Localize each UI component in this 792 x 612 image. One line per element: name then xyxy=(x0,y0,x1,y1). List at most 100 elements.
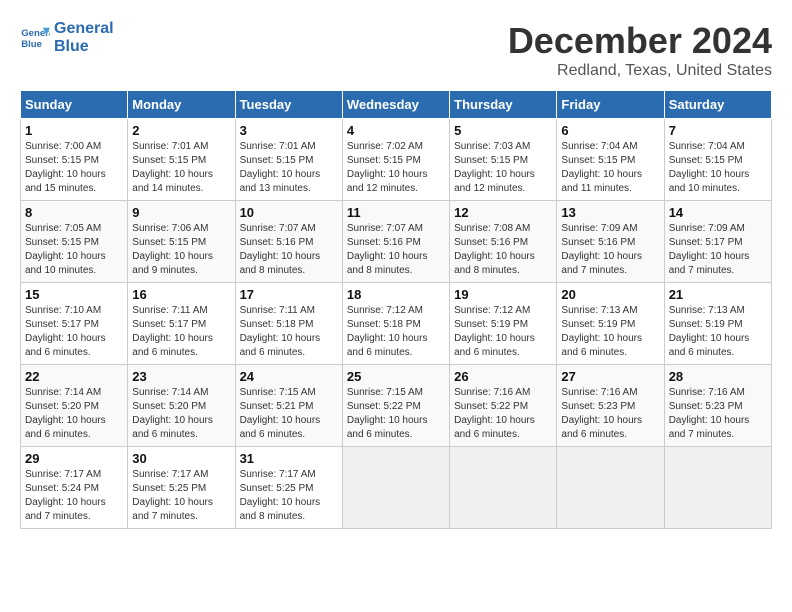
col-wednesday: Wednesday xyxy=(342,91,449,119)
day-info-29: Sunrise: 7:17 AM Sunset: 5:24 PM Dayligh… xyxy=(25,468,123,524)
day-number-10: 10 xyxy=(240,205,338,220)
logo-icon: General Blue xyxy=(20,23,50,53)
day-info-25: Sunrise: 7:15 AM Sunset: 5:22 PM Dayligh… xyxy=(347,386,445,442)
day-info-26: Sunrise: 7:16 AM Sunset: 5:22 PM Dayligh… xyxy=(454,386,552,442)
empty-cell xyxy=(342,447,449,529)
day-number-7: 7 xyxy=(669,123,767,138)
day-number-12: 12 xyxy=(454,205,552,220)
day-info-21: Sunrise: 7:13 AM Sunset: 5:19 PM Dayligh… xyxy=(669,304,767,360)
calendar-row-3: 15 Sunrise: 7:10 AM Sunset: 5:17 PM Dayl… xyxy=(21,283,772,365)
page-header: General Blue General Blue December 2024 … xyxy=(20,20,772,80)
day-number-27: 27 xyxy=(561,369,659,384)
col-friday: Friday xyxy=(557,91,664,119)
day-cell-13: 13 Sunrise: 7:09 AM Sunset: 5:16 PM Dayl… xyxy=(557,201,664,283)
day-number-3: 3 xyxy=(240,123,338,138)
day-info-27: Sunrise: 7:16 AM Sunset: 5:23 PM Dayligh… xyxy=(561,386,659,442)
day-number-22: 22 xyxy=(25,369,123,384)
day-number-28: 28 xyxy=(669,369,767,384)
day-info-9: Sunrise: 7:06 AM Sunset: 5:15 PM Dayligh… xyxy=(132,222,230,278)
calendar-row-4: 22 Sunrise: 7:14 AM Sunset: 5:20 PM Dayl… xyxy=(21,365,772,447)
day-number-11: 11 xyxy=(347,205,445,220)
day-number-18: 18 xyxy=(347,287,445,302)
day-number-13: 13 xyxy=(561,205,659,220)
day-number-4: 4 xyxy=(347,123,445,138)
day-number-17: 17 xyxy=(240,287,338,302)
day-cell-5: 5 Sunrise: 7:03 AM Sunset: 5:15 PM Dayli… xyxy=(450,119,557,201)
day-number-19: 19 xyxy=(454,287,552,302)
logo-line1: General xyxy=(54,20,114,38)
day-cell-3: 3 Sunrise: 7:01 AM Sunset: 5:15 PM Dayli… xyxy=(235,119,342,201)
svg-text:Blue: Blue xyxy=(21,39,42,50)
empty-cell xyxy=(557,447,664,529)
day-info-2: Sunrise: 7:01 AM Sunset: 5:15 PM Dayligh… xyxy=(132,140,230,196)
col-saturday: Saturday xyxy=(664,91,771,119)
day-info-20: Sunrise: 7:13 AM Sunset: 5:19 PM Dayligh… xyxy=(561,304,659,360)
day-cell-17: 17 Sunrise: 7:11 AM Sunset: 5:18 PM Dayl… xyxy=(235,283,342,365)
day-number-29: 29 xyxy=(25,451,123,466)
day-number-23: 23 xyxy=(132,369,230,384)
day-cell-30: 30 Sunrise: 7:17 AM Sunset: 5:25 PM Dayl… xyxy=(128,447,235,529)
day-info-12: Sunrise: 7:08 AM Sunset: 5:16 PM Dayligh… xyxy=(454,222,552,278)
day-cell-28: 28 Sunrise: 7:16 AM Sunset: 5:23 PM Dayl… xyxy=(664,365,771,447)
calendar-row-2: 8 Sunrise: 7:05 AM Sunset: 5:15 PM Dayli… xyxy=(21,201,772,283)
day-cell-14: 14 Sunrise: 7:09 AM Sunset: 5:17 PM Dayl… xyxy=(664,201,771,283)
day-cell-19: 19 Sunrise: 7:12 AM Sunset: 5:19 PM Dayl… xyxy=(450,283,557,365)
header-row: Sunday Monday Tuesday Wednesday Thursday… xyxy=(21,91,772,119)
day-number-2: 2 xyxy=(132,123,230,138)
day-cell-10: 10 Sunrise: 7:07 AM Sunset: 5:16 PM Dayl… xyxy=(235,201,342,283)
calendar-row-1: 1 Sunrise: 7:00 AM Sunset: 5:15 PM Dayli… xyxy=(21,119,772,201)
day-cell-22: 22 Sunrise: 7:14 AM Sunset: 5:20 PM Dayl… xyxy=(21,365,128,447)
day-info-31: Sunrise: 7:17 AM Sunset: 5:25 PM Dayligh… xyxy=(240,468,338,524)
day-info-14: Sunrise: 7:09 AM Sunset: 5:17 PM Dayligh… xyxy=(669,222,767,278)
day-cell-23: 23 Sunrise: 7:14 AM Sunset: 5:20 PM Dayl… xyxy=(128,365,235,447)
day-info-30: Sunrise: 7:17 AM Sunset: 5:25 PM Dayligh… xyxy=(132,468,230,524)
day-info-3: Sunrise: 7:01 AM Sunset: 5:15 PM Dayligh… xyxy=(240,140,338,196)
logo: General Blue General Blue xyxy=(20,20,114,55)
day-cell-16: 16 Sunrise: 7:11 AM Sunset: 5:17 PM Dayl… xyxy=(128,283,235,365)
day-number-30: 30 xyxy=(132,451,230,466)
day-number-21: 21 xyxy=(669,287,767,302)
empty-cell xyxy=(664,447,771,529)
day-cell-9: 9 Sunrise: 7:06 AM Sunset: 5:15 PM Dayli… xyxy=(128,201,235,283)
day-cell-11: 11 Sunrise: 7:07 AM Sunset: 5:16 PM Dayl… xyxy=(342,201,449,283)
calendar-row-5: 29 Sunrise: 7:17 AM Sunset: 5:24 PM Dayl… xyxy=(21,447,772,529)
day-cell-4: 4 Sunrise: 7:02 AM Sunset: 5:15 PM Dayli… xyxy=(342,119,449,201)
day-info-15: Sunrise: 7:10 AM Sunset: 5:17 PM Dayligh… xyxy=(25,304,123,360)
day-info-1: Sunrise: 7:00 AM Sunset: 5:15 PM Dayligh… xyxy=(25,140,123,196)
empty-cell xyxy=(450,447,557,529)
day-cell-24: 24 Sunrise: 7:15 AM Sunset: 5:21 PM Dayl… xyxy=(235,365,342,447)
col-sunday: Sunday xyxy=(21,91,128,119)
day-cell-20: 20 Sunrise: 7:13 AM Sunset: 5:19 PM Dayl… xyxy=(557,283,664,365)
day-number-8: 8 xyxy=(25,205,123,220)
col-tuesday: Tuesday xyxy=(235,91,342,119)
day-info-6: Sunrise: 7:04 AM Sunset: 5:15 PM Dayligh… xyxy=(561,140,659,196)
day-number-20: 20 xyxy=(561,287,659,302)
day-number-31: 31 xyxy=(240,451,338,466)
day-info-19: Sunrise: 7:12 AM Sunset: 5:19 PM Dayligh… xyxy=(454,304,552,360)
day-number-26: 26 xyxy=(454,369,552,384)
logo-line2: Blue xyxy=(54,38,114,56)
day-info-8: Sunrise: 7:05 AM Sunset: 5:15 PM Dayligh… xyxy=(25,222,123,278)
day-cell-26: 26 Sunrise: 7:16 AM Sunset: 5:22 PM Dayl… xyxy=(450,365,557,447)
day-info-11: Sunrise: 7:07 AM Sunset: 5:16 PM Dayligh… xyxy=(347,222,445,278)
day-number-5: 5 xyxy=(454,123,552,138)
day-cell-15: 15 Sunrise: 7:10 AM Sunset: 5:17 PM Dayl… xyxy=(21,283,128,365)
day-cell-6: 6 Sunrise: 7:04 AM Sunset: 5:15 PM Dayli… xyxy=(557,119,664,201)
day-info-16: Sunrise: 7:11 AM Sunset: 5:17 PM Dayligh… xyxy=(132,304,230,360)
day-number-16: 16 xyxy=(132,287,230,302)
day-info-10: Sunrise: 7:07 AM Sunset: 5:16 PM Dayligh… xyxy=(240,222,338,278)
calendar-title: December 2024 xyxy=(508,20,772,62)
day-cell-7: 7 Sunrise: 7:04 AM Sunset: 5:15 PM Dayli… xyxy=(664,119,771,201)
day-info-17: Sunrise: 7:11 AM Sunset: 5:18 PM Dayligh… xyxy=(240,304,338,360)
day-info-22: Sunrise: 7:14 AM Sunset: 5:20 PM Dayligh… xyxy=(25,386,123,442)
day-cell-31: 31 Sunrise: 7:17 AM Sunset: 5:25 PM Dayl… xyxy=(235,447,342,529)
day-info-23: Sunrise: 7:14 AM Sunset: 5:20 PM Dayligh… xyxy=(132,386,230,442)
day-number-1: 1 xyxy=(25,123,123,138)
calendar-subtitle: Redland, Texas, United States xyxy=(508,62,772,80)
day-info-5: Sunrise: 7:03 AM Sunset: 5:15 PM Dayligh… xyxy=(454,140,552,196)
title-section: December 2024 Redland, Texas, United Sta… xyxy=(508,20,772,80)
day-cell-21: 21 Sunrise: 7:13 AM Sunset: 5:19 PM Dayl… xyxy=(664,283,771,365)
day-number-9: 9 xyxy=(132,205,230,220)
day-info-24: Sunrise: 7:15 AM Sunset: 5:21 PM Dayligh… xyxy=(240,386,338,442)
day-cell-1: 1 Sunrise: 7:00 AM Sunset: 5:15 PM Dayli… xyxy=(21,119,128,201)
